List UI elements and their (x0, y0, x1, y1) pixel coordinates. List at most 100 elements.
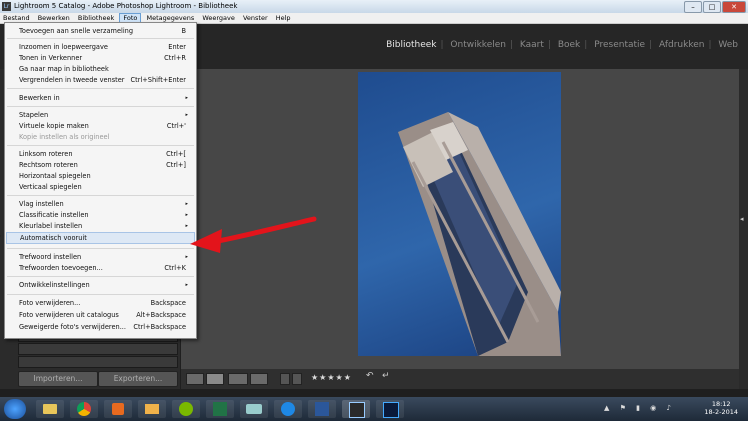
menu-item-rotate-right[interactable]: Rechtsom roteren Ctrl+] (19, 160, 188, 170)
menu-item-show-in-explorer[interactable]: Tonen in Verkenner Ctrl+R (19, 53, 188, 63)
menu-separator (7, 38, 194, 39)
menu-item-label: Tonen in Verkenner (19, 54, 83, 62)
menu-item-label: Stapelen (19, 111, 49, 119)
menu-item-label: Kopie instellen als origineel (19, 133, 110, 141)
menu-item-shortcut: Enter (168, 43, 186, 51)
menu-item-set-color-label[interactable]: Kleurlabel instellen ▸ (19, 221, 188, 231)
menu-item-flip-horizontal[interactable]: Horizontaal spiegelen (19, 171, 188, 181)
menu-item-edit-in[interactable]: Bewerken in ▸ (19, 93, 188, 103)
menu-item-develop-settings[interactable]: Ontwikkelinstellingen ▸ (19, 280, 188, 290)
menu-weergave[interactable]: Weergave (199, 13, 238, 23)
system-tray[interactable]: ▲ ⚑ ▮ ◉ ♪ (604, 404, 675, 412)
flag-pick-icon[interactable] (280, 373, 290, 385)
menu-item-label: Foto verwijderen... (19, 299, 81, 307)
foto-menu-dropdown: Toevoegen aan snelle verzameling B Inzoom… (0, 22, 197, 339)
menu-item-label: Bewerken in (19, 94, 60, 102)
menu-item-add-keywords[interactable]: Trefwoorden toevoegen... Ctrl+K (19, 263, 188, 273)
lightroom-taskbar-icon[interactable] (342, 400, 370, 418)
module-presentatie[interactable]: Presentatie (590, 40, 649, 50)
menu-item-lock-second-window[interactable]: Vergrendelen in tweede venster Ctrl+Shift… (19, 75, 188, 85)
menu-item-label: Trefwoord instellen (19, 253, 82, 261)
menu-separator (7, 106, 194, 107)
system-clock[interactable]: 18:12 18-2-2014 (704, 400, 738, 416)
close-button[interactable]: ✕ (722, 1, 746, 13)
module-afdrukken[interactable]: Afdrukken (655, 40, 708, 50)
right-panel-collapsed[interactable]: ◂ (739, 69, 748, 389)
module-separator: | (708, 40, 712, 50)
menu-item-zoom-loupe[interactable]: Inzoomen in loepweergave Enter (19, 42, 188, 52)
building-image (398, 112, 561, 356)
menu-venster[interactable]: Venster (240, 13, 271, 23)
menu-item-set-flag[interactable]: Vlag instellen ▸ (19, 199, 188, 209)
media-player-taskbar-icon[interactable] (104, 400, 132, 418)
rotate-left-icon[interactable]: ↶ (366, 371, 374, 381)
left-panel-row[interactable] (18, 343, 178, 355)
import-button[interactable]: Importeren... (18, 371, 98, 387)
menu-item-delete-photo[interactable]: Foto verwijderen... Backspace (19, 298, 188, 308)
menu-item-set-copy-as-master: Kopie instellen als origineel (19, 132, 188, 142)
module-web[interactable]: Web (714, 40, 742, 50)
app-taskbar-icon[interactable] (240, 400, 268, 418)
maximize-button[interactable]: □ (703, 1, 721, 13)
photoshop-taskbar-icon[interactable] (376, 400, 404, 418)
menu-item-set-rating[interactable]: Classificatie instellen ▸ (19, 210, 188, 220)
menu-item-label: Trefwoorden toevoegen... (19, 264, 103, 272)
loupe-view-icon[interactable] (206, 373, 224, 385)
expand-right-panel-icon[interactable]: ◂ (740, 215, 744, 223)
menu-item-virtual-copy[interactable]: Virtuele kopie maken Ctrl+' (19, 121, 188, 131)
menu-item-delete-rejected[interactable]: Geweigerde foto's verwijderen... Ctrl+Bac… (19, 322, 188, 332)
menu-item-label: Foto verwijderen uit catalogus (19, 311, 119, 319)
menu-item-label: Virtuele kopie maken (19, 122, 89, 130)
module-kaart[interactable]: Kaart (516, 40, 548, 50)
menu-item-shortcut: Ctrl+Shift+Enter (130, 76, 186, 84)
chrome-taskbar-icon[interactable] (70, 400, 98, 418)
teamviewer-taskbar-icon[interactable] (274, 400, 302, 418)
submenu-arrow-icon: ▸ (185, 112, 188, 118)
menu-separator (7, 195, 194, 196)
menu-item-shortcut: Ctrl+Backspace (133, 323, 186, 331)
export-button[interactable]: Exporteren... (98, 371, 178, 387)
menu-item-shortcut: Ctrl+' (166, 122, 186, 130)
submenu-arrow-icon: ▸ (185, 282, 188, 288)
excel-taskbar-icon[interactable] (206, 400, 234, 418)
menu-item-go-to-folder[interactable]: Ga naar map in bibliotheek (19, 64, 188, 74)
menu-item-label: Geweigerde foto's verwijderen... (19, 323, 127, 331)
menu-item-stack[interactable]: Stapelen ▸ (19, 110, 188, 120)
folder-taskbar-icon[interactable] (138, 400, 166, 418)
start-button[interactable] (4, 399, 26, 419)
word-taskbar-icon[interactable] (308, 400, 336, 418)
module-picker: Bibliotheek | Ontwikkelen | Kaart | Boek | P… (382, 40, 742, 50)
left-panel-row[interactable] (18, 356, 178, 368)
menu-item-add-to-quick-collection[interactable]: Toevoegen aan snelle verzameling B (19, 26, 188, 36)
module-separator: | (547, 40, 551, 50)
photo-preview[interactable] (358, 72, 561, 356)
menu-help[interactable]: Help (273, 13, 294, 23)
menu-item-rotate-left[interactable]: Linksom roteren Ctrl+[ (19, 149, 188, 159)
flag-reject-icon[interactable] (292, 373, 302, 385)
compare-view-icon[interactable] (228, 373, 248, 385)
module-ontwikkelen[interactable]: Ontwikkelen (446, 40, 510, 50)
menu-item-label: Automatisch vooruit (20, 234, 87, 242)
rating-stars[interactable]: ★★★★★ (311, 373, 352, 382)
menu-item-label: Ontwikkelinstellingen (19, 281, 90, 289)
grid-view-icon[interactable] (186, 373, 204, 385)
menu-item-shortcut: Ctrl+[ (166, 150, 186, 158)
survey-view-icon[interactable] (250, 373, 268, 385)
menu-item-label: Inzoomen in loepweergave (19, 43, 108, 51)
explorer-taskbar-icon[interactable] (36, 400, 64, 418)
menu-item-label: Horizontaal spiegelen (19, 172, 91, 180)
menu-item-label: Verticaal spiegelen (19, 183, 82, 191)
spotify-taskbar-icon[interactable] (172, 400, 200, 418)
module-boek[interactable]: Boek (554, 40, 584, 50)
menu-separator (7, 294, 194, 295)
module-bibliotheek[interactable]: Bibliotheek (382, 40, 440, 50)
minimize-button[interactable]: – (684, 1, 702, 13)
menu-item-set-keyword[interactable]: Trefwoord instellen ▸ (19, 252, 188, 262)
menu-separator (7, 88, 194, 89)
menu-item-remove-from-catalog[interactable]: Foto verwijderen uit catalogus Alt+Backsp… (19, 310, 188, 320)
module-separator: | (649, 40, 653, 50)
clock-time: 18:12 (711, 400, 731, 408)
rotate-right-icon[interactable]: ↵ (382, 371, 390, 381)
menu-item-flip-vertical[interactable]: Verticaal spiegelen (19, 182, 188, 192)
menu-item-auto-advance[interactable]: ✓ Automatisch vooruit (0, 232, 195, 244)
